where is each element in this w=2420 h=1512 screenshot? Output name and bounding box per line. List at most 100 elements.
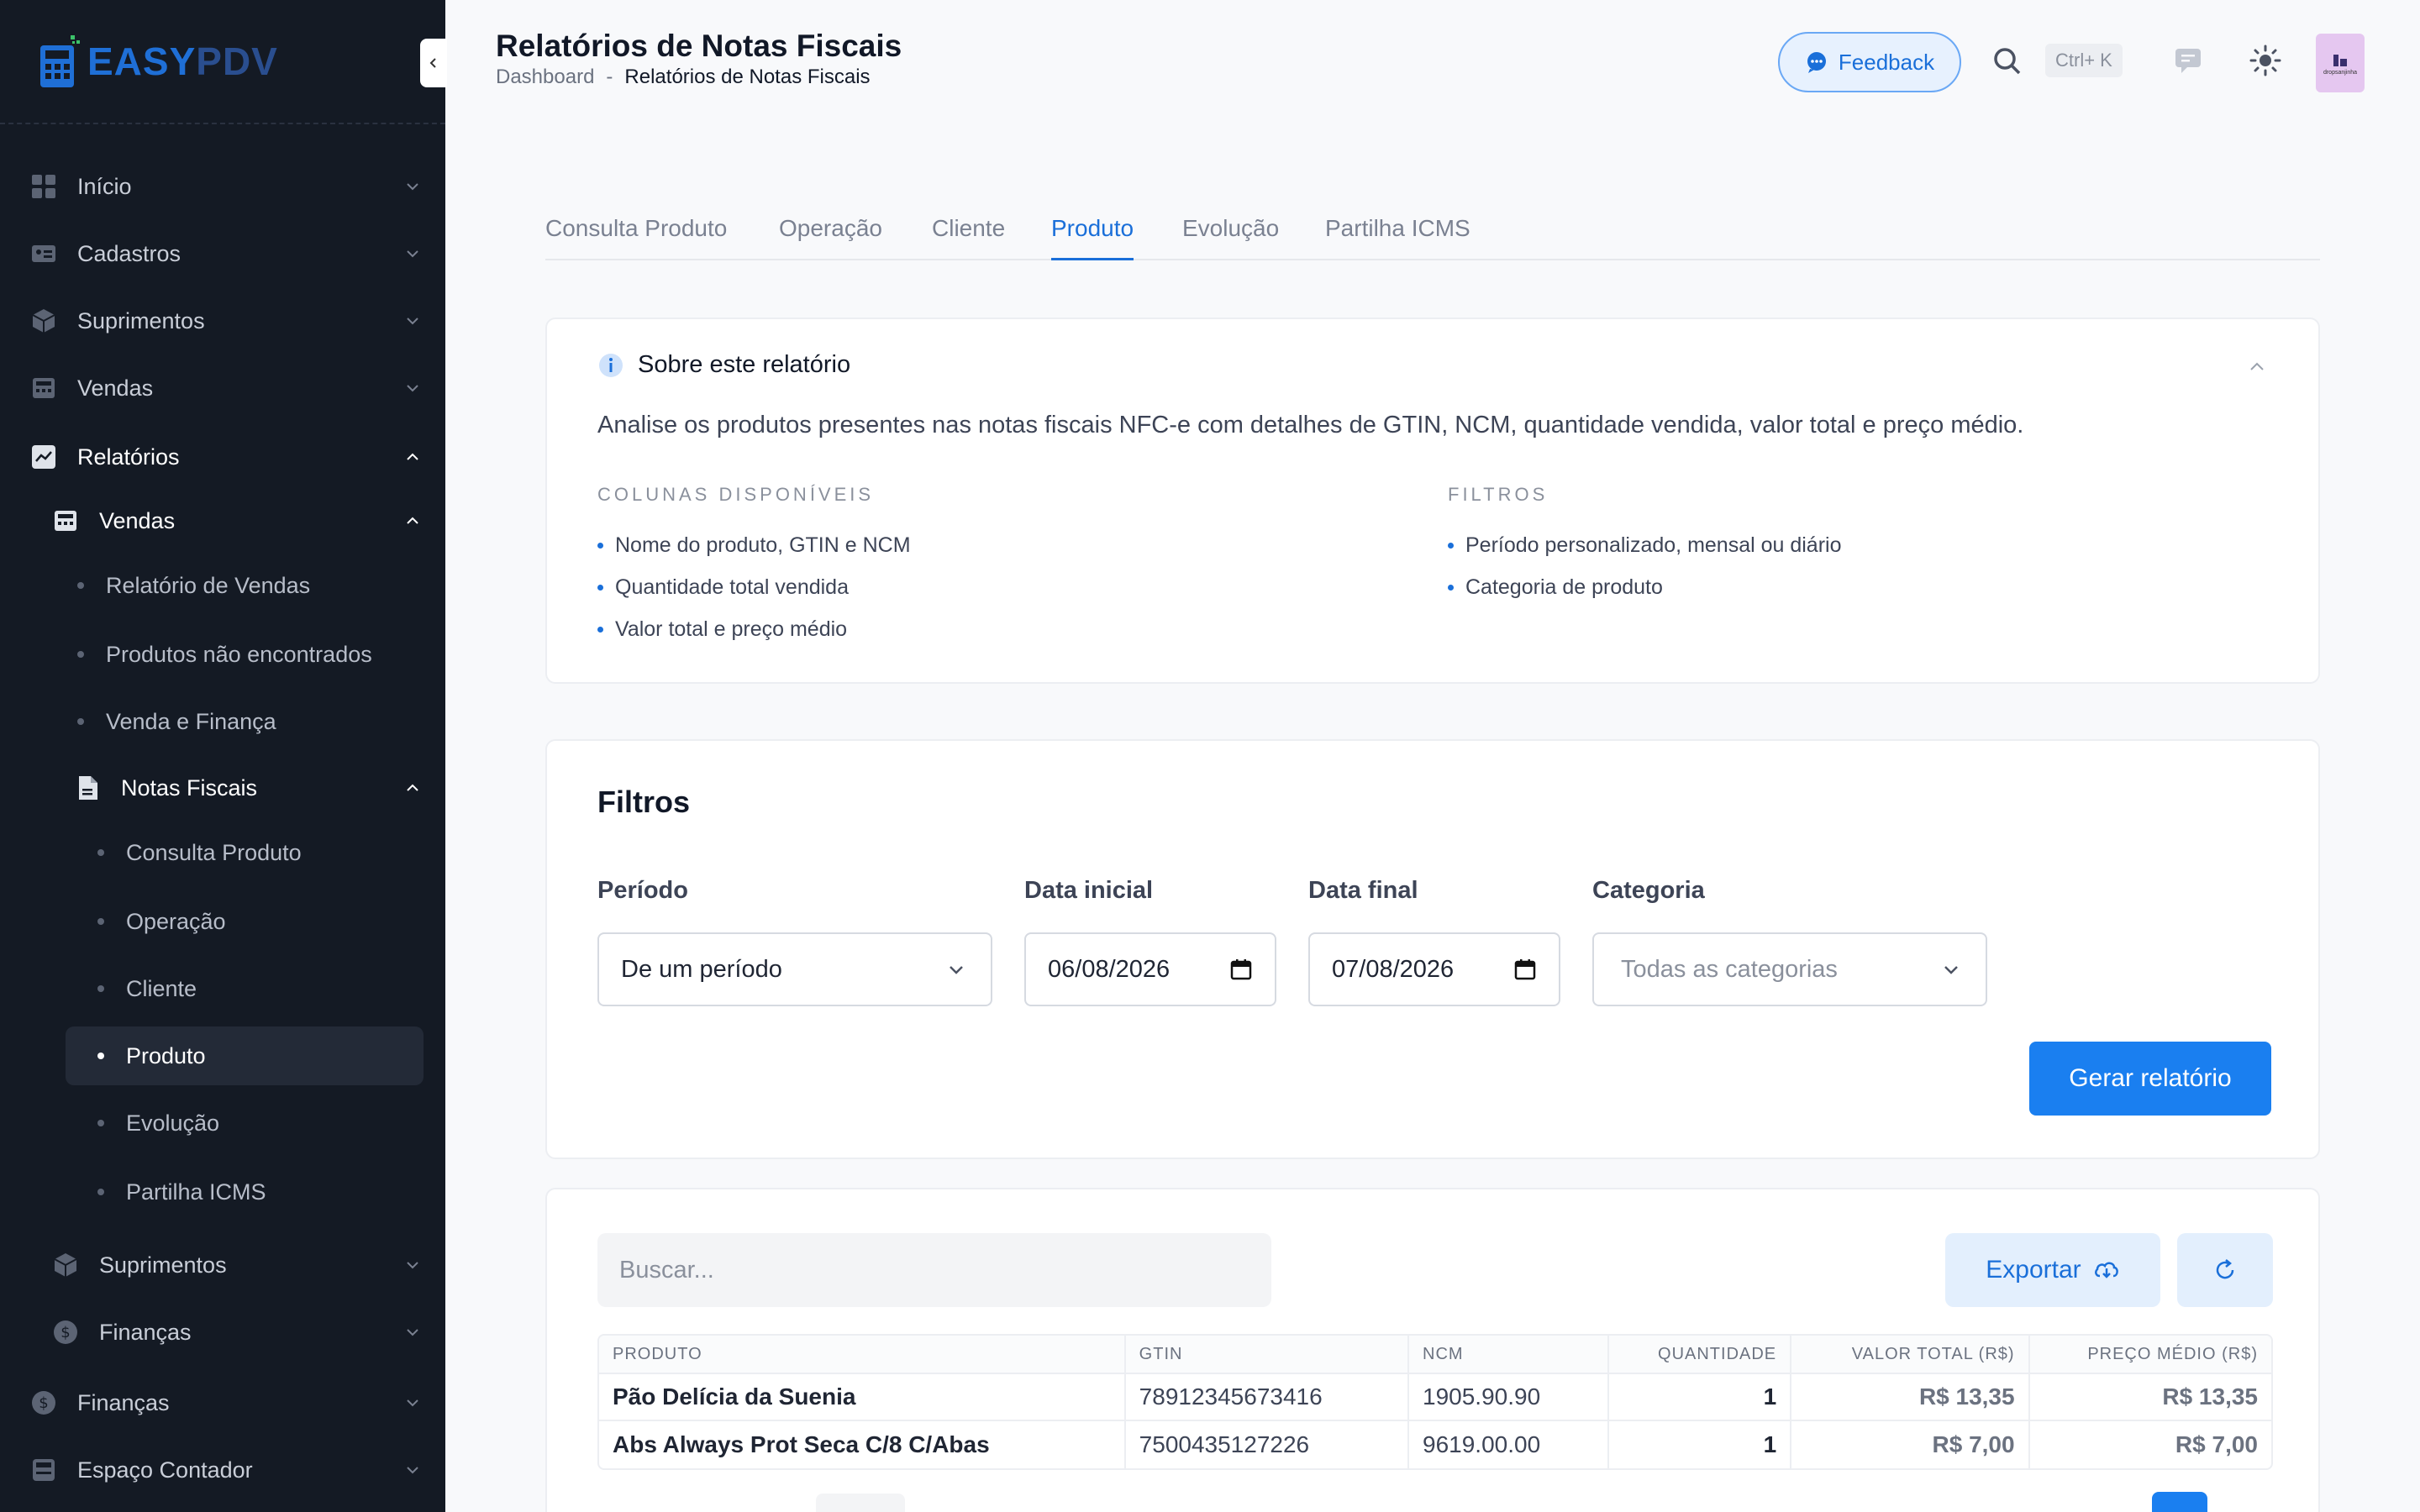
- chevron-up-icon: [407, 517, 418, 524]
- sidebar-item-label: Relatórios: [77, 444, 180, 470]
- sidebar-link-evolucao[interactable]: Evolução: [92, 1094, 424, 1152]
- categoria-select[interactable]: Todas as categorias: [1592, 932, 1987, 1006]
- categoria-label: Categoria: [1592, 877, 1705, 904]
- filters-card: Filtros Período De um período Data inici…: [545, 739, 2320, 1159]
- cloud-download-icon: [2094, 1262, 2118, 1278]
- sidebar-item-inicio[interactable]: Início: [25, 160, 425, 213]
- sidebar-link-produto[interactable]: Produto: [66, 1026, 424, 1085]
- easypdv-logo[interactable]: EASYPDV: [39, 34, 278, 89]
- column-header-valor-total[interactable]: VALOR TOTAL (R$): [1791, 1336, 2030, 1373]
- message-icon[interactable]: [2173, 45, 2203, 76]
- bullet-icon: [97, 1189, 104, 1195]
- svg-text:$: $: [60, 1324, 70, 1341]
- sidebar-subgroup-label: Notas Fiscais: [121, 774, 258, 801]
- data-inicial-label: Data inicial: [1024, 877, 1154, 904]
- tab-partilha-icms[interactable]: Partilha ICMS: [1325, 215, 1470, 260]
- list-item: Valor total e preço médio: [597, 608, 911, 650]
- sidebar-item-relatorios[interactable]: Relatórios: [25, 430, 425, 484]
- data-inicial-field[interactable]: 06/08/2026: [1024, 932, 1276, 1006]
- chat-bubble-icon: [1807, 52, 1826, 73]
- cell-preco-medio: R$ 13,35: [2162, 1383, 2258, 1410]
- breadcrumb-link-dashboard[interactable]: Dashboard: [496, 66, 594, 89]
- calendar-icon[interactable]: [1229, 958, 1253, 981]
- sidebar-item-suprimentos[interactable]: Suprimentos: [25, 294, 425, 348]
- sidebar-subgroup-suprimentos[interactable]: Suprimentos: [47, 1238, 425, 1292]
- data-final-field[interactable]: 07/08/2026: [1308, 932, 1560, 1006]
- column-header-produto[interactable]: PRODUTO: [599, 1336, 1126, 1373]
- sidebar-subgroup-label: Finanças: [99, 1319, 192, 1345]
- calculator-icon: [29, 1455, 59, 1485]
- search-shortcut-badge: Ctrl+ K: [2045, 44, 2123, 77]
- cell-ncm: 1905.90.90: [1409, 1374, 1609, 1420]
- sidebar-link-operacao[interactable]: Operação: [92, 892, 424, 951]
- periodo-select[interactable]: De um período: [597, 932, 992, 1006]
- chevron-down-icon: [407, 1329, 418, 1336]
- chevron-up-icon: [407, 784, 418, 791]
- sidebar-item-vendas[interactable]: Vendas: [25, 361, 425, 415]
- sidebar-link-consulta-produto[interactable]: Consulta Produto: [92, 823, 424, 882]
- sidebar-collapse-button[interactable]: [420, 39, 447, 87]
- filters-list: Período personalizado, mensal ou diário …: [1448, 524, 1842, 608]
- column-header-preco-medio[interactable]: PREÇO MÉDIO (R$): [2030, 1336, 2271, 1373]
- calendar-icon[interactable]: [1513, 958, 1537, 981]
- results-card: Buscar... Exportar PRODUTO GTIN NCM QUAN…: [545, 1188, 2320, 1512]
- box-icon: [50, 1250, 81, 1280]
- sidebar-link-relatorio-de-vendas[interactable]: Relatório de Vendas: [72, 556, 424, 615]
- sidebar-item-financas[interactable]: $ Finanças: [25, 1376, 425, 1430]
- cell-gtin: 78912345673416: [1126, 1374, 1409, 1420]
- sidebar-subgroup-financas[interactable]: $ Finanças: [47, 1305, 425, 1359]
- export-button[interactable]: Exportar: [1945, 1233, 2160, 1307]
- cell-quantidade: 1: [1609, 1421, 1792, 1468]
- sidebar-subgroup-vendas[interactable]: Vendas: [47, 494, 425, 548]
- page-size-select[interactable]: [816, 1494, 905, 1512]
- table-row[interactable]: Pão Delícia da Suenia 78912345673416 190…: [599, 1374, 2271, 1421]
- svg-text:$: $: [39, 1394, 48, 1412]
- bullet-icon: [77, 718, 84, 725]
- sun-icon[interactable]: [2249, 44, 2282, 77]
- about-report-card: Sobre este relatório Analise os produtos…: [545, 318, 2320, 684]
- sidebar-item-cadastros[interactable]: Cadastros: [25, 227, 425, 281]
- info-icon: [599, 353, 623, 377]
- tab-evolucao[interactable]: Evolução: [1182, 215, 1279, 260]
- generate-report-button[interactable]: Gerar relatório: [2029, 1042, 2271, 1116]
- cell-gtin: 7500435127226: [1126, 1421, 1409, 1468]
- feedback-label: Feedback: [1838, 49, 1935, 75]
- column-header-quantidade[interactable]: QUANTIDADE: [1609, 1336, 1792, 1373]
- periodo-value: De um período: [621, 955, 782, 983]
- sidebar-item-espaco-contador[interactable]: Espaço Contador: [25, 1443, 425, 1497]
- periodo-label: Período: [597, 877, 688, 904]
- filters-heading: FILTROS: [1448, 484, 1549, 505]
- table-header-row: PRODUTO GTIN NCM QUANTIDADE VALOR TOTAL …: [599, 1336, 2271, 1374]
- column-header-gtin[interactable]: GTIN: [1126, 1336, 1409, 1373]
- chevron-down-icon: [1944, 966, 1958, 974]
- cell-preco-medio: R$ 7,00: [2175, 1431, 2258, 1457]
- sidebar-link-label: Venda e Finança: [106, 708, 276, 734]
- tab-produto[interactable]: Produto: [1051, 215, 1134, 260]
- sidebar-link-partilha-icms[interactable]: Partilha ICMS: [92, 1163, 424, 1221]
- sidebar-link-venda-e-financa[interactable]: Venda e Finança: [72, 692, 424, 751]
- avatar[interactable]: dropsanjinha: [2316, 34, 2365, 92]
- tab-cliente[interactable]: Cliente: [932, 215, 1005, 260]
- search-input[interactable]: Buscar...: [597, 1233, 1271, 1307]
- chevron-down-icon: [950, 966, 963, 974]
- sidebar-link-produtos-nao-encontrados[interactable]: Produtos não encontrados: [72, 625, 424, 684]
- chevron-up-icon[interactable]: [2246, 356, 2268, 378]
- columns-heading: COLUNAS DISPONÍVEIS: [597, 484, 875, 505]
- feedback-button[interactable]: Feedback: [1778, 32, 1961, 92]
- sidebar-link-cliente[interactable]: Cliente: [92, 959, 424, 1018]
- sidebar-subgroup-notas-fiscais[interactable]: Notas Fiscais: [69, 761, 425, 815]
- tab-consulta-produto[interactable]: Consulta Produto: [545, 215, 727, 260]
- sidebar-item-label: Cadastros: [77, 240, 182, 266]
- page-button-current[interactable]: [2152, 1492, 2207, 1512]
- sidebar-link-label: Produto: [126, 1042, 206, 1068]
- chevron-down-icon: [407, 250, 418, 258]
- bullet-icon: [77, 582, 84, 589]
- search-icon[interactable]: [1991, 45, 2023, 77]
- refresh-button[interactable]: [2177, 1233, 2273, 1307]
- tab-operacao[interactable]: Operação: [779, 215, 882, 260]
- table-row[interactable]: Abs Always Prot Seca C/8 C/Abas 75004351…: [599, 1421, 2271, 1468]
- bullet-icon: [97, 985, 104, 992]
- column-header-ncm[interactable]: NCM: [1409, 1336, 1609, 1373]
- about-report-header[interactable]: Sobre este relatório: [597, 351, 850, 379]
- list-item: Nome do produto, GTIN e NCM: [597, 524, 911, 566]
